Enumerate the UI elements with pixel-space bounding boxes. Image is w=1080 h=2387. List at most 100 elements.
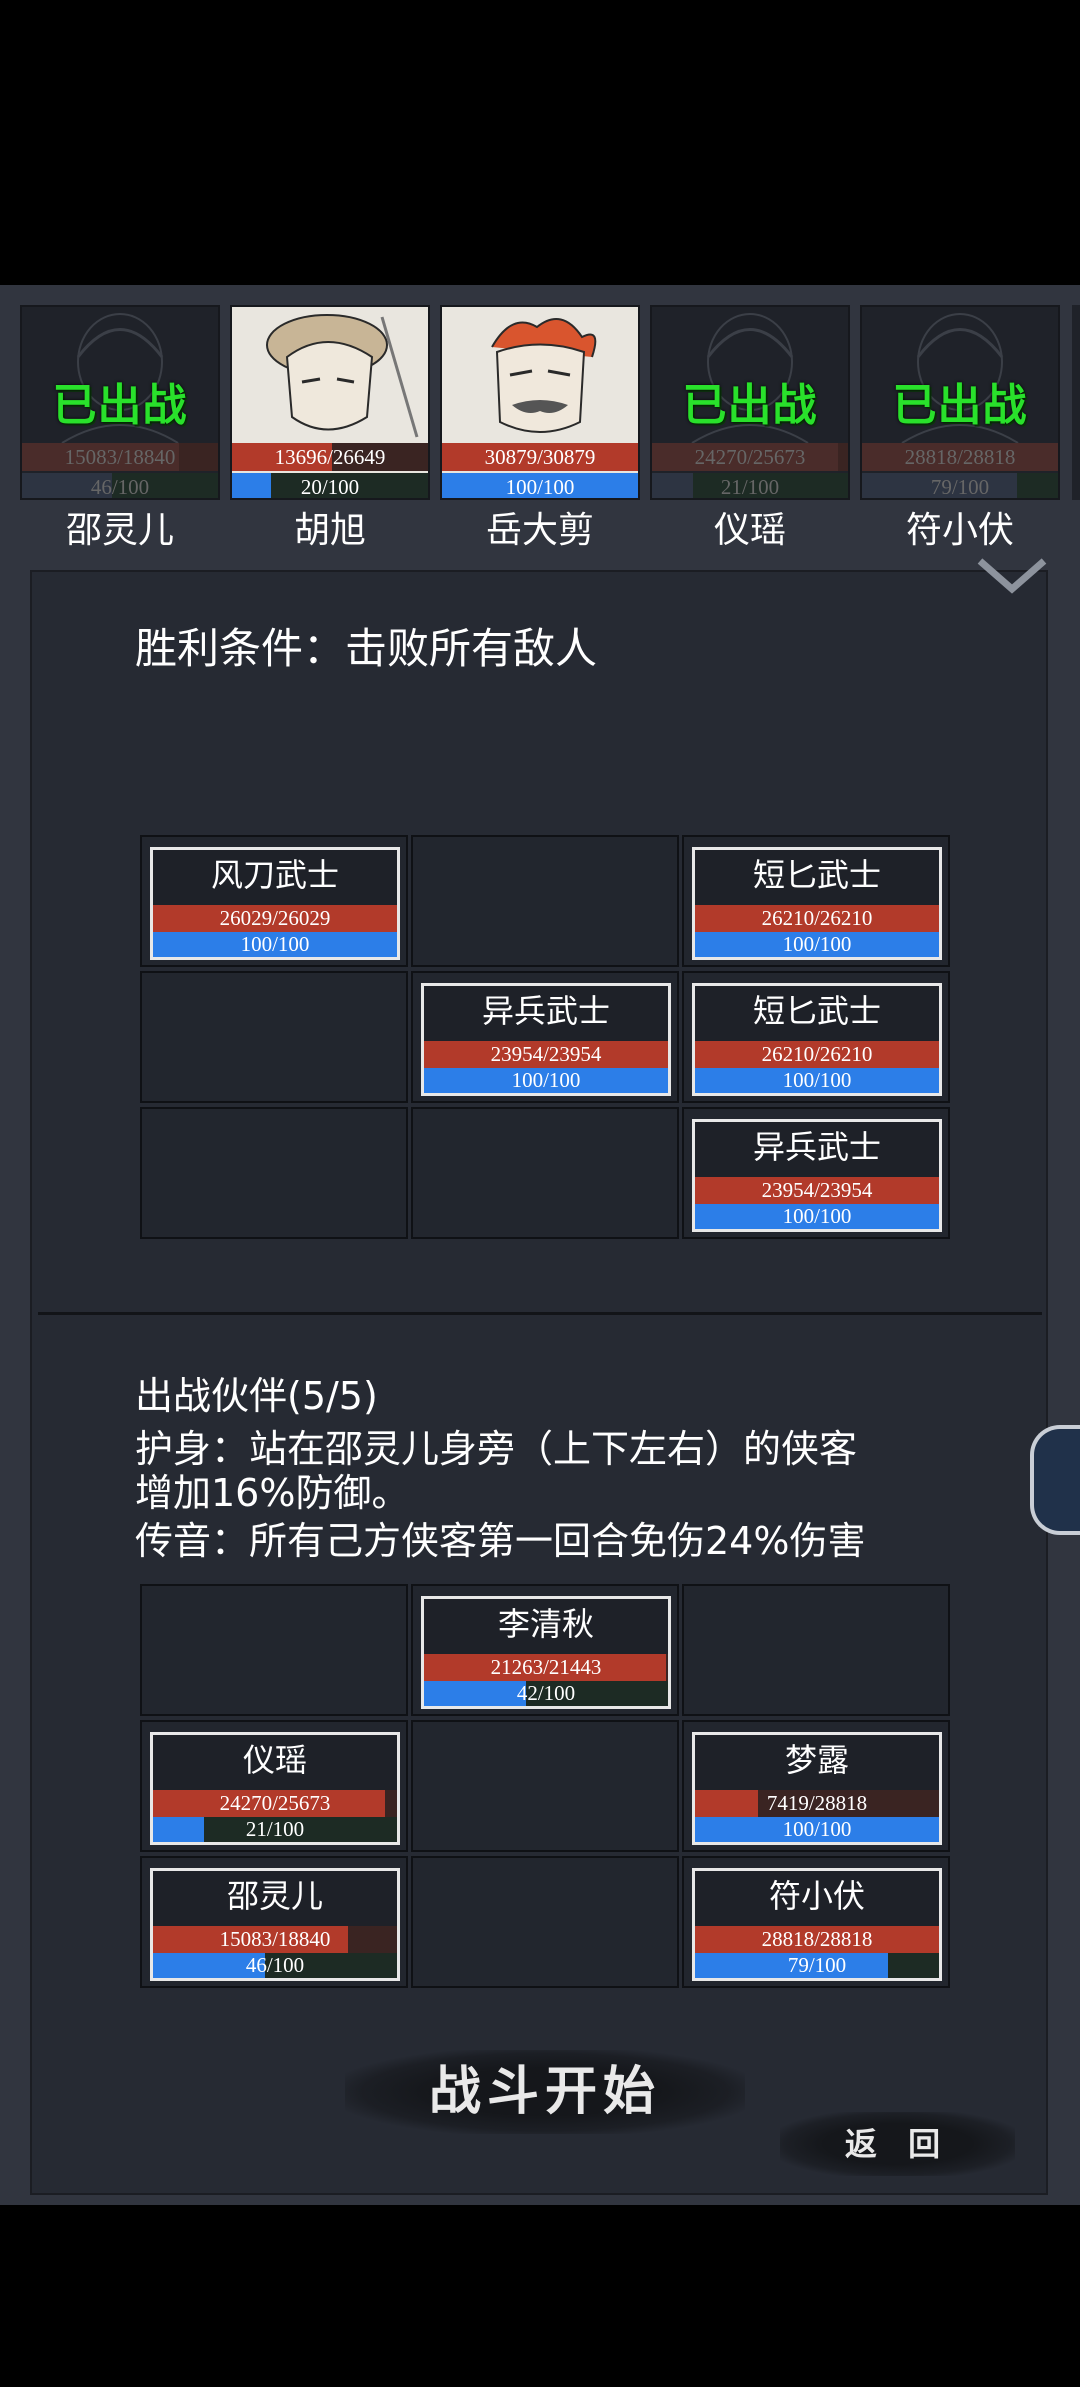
hp-text: 30879/30879	[484, 445, 596, 469]
mp-text: 100/100	[782, 1204, 852, 1228]
formation-cell[interactable]: 仪瑶 24270/25673 21/100	[140, 1720, 408, 1852]
mp-text: 100/100	[782, 1068, 852, 1092]
enemy-unit-card[interactable]: 风刀武士 26029/26029 100/100	[150, 847, 400, 960]
formation-cell[interactable]	[140, 971, 408, 1103]
portrait-sketch	[491, 318, 597, 433]
ally-unit-card[interactable]: 邵灵儿 15083/18840 46/100	[150, 1868, 400, 1981]
hp-text: 15083/18840	[64, 445, 176, 469]
unit-name: 仪瑶	[242, 1741, 307, 1779]
formation-cell[interactable]: 邵灵儿 15083/18840 46/100	[140, 1856, 408, 1988]
mp-bar: 46/100	[153, 1953, 397, 1978]
hp-text: 23954/23954	[490, 1042, 602, 1066]
hero-card[interactable]: 13696/26649 20/100 胡旭	[230, 305, 430, 551]
section-divider	[38, 1312, 1042, 1315]
hp-text: 21263/21443	[490, 1655, 602, 1679]
unit-name: 梦露	[784, 1741, 849, 1779]
hp-bar: 26210/26210	[695, 1041, 939, 1068]
hp-text: 24270/25673	[219, 1791, 331, 1815]
mp-text: 100/100	[240, 932, 310, 956]
mp-bar: 20/100	[232, 473, 428, 498]
formation-cell[interactable]: 梦露 7419/28818 100/100	[682, 1720, 950, 1852]
mp-bar: 46/100	[22, 473, 218, 498]
hp-text: 24270/25673	[694, 445, 806, 469]
formation-cell[interactable]: 异兵武士 23954/23954 100/100	[411, 971, 679, 1103]
hero-card[interactable]: 已出战 24270/25673 21/100 仪瑶	[650, 305, 850, 551]
enemy-formation-grid: 风刀武士 26029/26029 100/100 短匕武士 26210/26210 100…	[140, 835, 950, 1243]
deployed-badge: 已出战	[892, 380, 1028, 431]
mp-bar: 100/100	[153, 932, 397, 957]
formation-cell[interactable]: 异兵武士 23954/23954 100/100	[682, 1107, 950, 1239]
ally-unit-card[interactable]: 李清秋 21263/21443 42/100	[421, 1596, 671, 1709]
formation-cell[interactable]	[682, 1584, 950, 1716]
ally-unit-card[interactable]: 符小伏 28818/28818 79/100	[692, 1868, 942, 1981]
hero-card[interactable]: 已出战 28818/28818 79/100 符小伏	[860, 305, 1060, 551]
hero-name: 符小伏	[905, 510, 1014, 551]
back-button[interactable]: 返 回	[780, 2112, 1015, 2176]
enemy-unit-card[interactable]: 异兵武士 23954/23954 100/100	[421, 983, 671, 1096]
skill-line-1: 护身：站在邵灵儿身旁（上下左右）的侠客	[135, 1427, 858, 1471]
hero-portrait[interactable]: 13696/26649 20/100	[230, 305, 430, 500]
mp-text: 100/100	[782, 932, 852, 956]
formation-cell[interactable]: 短匕武士 26210/26210 100/100	[682, 971, 950, 1103]
unit-name: 短匕武士	[752, 856, 881, 894]
enemy-unit-card[interactable]: 短匕武士 26210/26210 100/100	[692, 847, 942, 960]
mp-text: 46/100	[245, 1953, 305, 1977]
hp-text: 15083/18840	[219, 1927, 331, 1951]
formation-cell[interactable]: 李清秋 21263/21443 42/100	[411, 1584, 679, 1716]
start-battle-button[interactable]: 战斗开始	[345, 2050, 745, 2134]
mp-text: 79/100	[787, 1953, 847, 1977]
hero-name: 胡旭	[293, 510, 366, 551]
hp-bar: 13696/26649	[232, 443, 428, 471]
mp-bar: 100/100	[442, 473, 638, 498]
hero-portrait[interactable]: 已出战 28818/28818 79/100	[860, 305, 1060, 500]
formation-cell[interactable]: 风刀武士 26029/26029 100/100	[140, 835, 408, 967]
formation-cell[interactable]	[411, 1720, 679, 1852]
mp-bar: 21/100	[153, 1817, 397, 1842]
deployed-badge: 已出战	[682, 380, 818, 431]
unit-name: 李清秋	[497, 1605, 594, 1643]
mp-bar: 42/100	[424, 1681, 668, 1706]
hp-bar: 26210/26210	[695, 905, 939, 932]
hp-text: 28818/28818	[904, 445, 1016, 469]
victory-condition: 胜利条件：击败所有敌人	[135, 624, 598, 673]
formation-cell[interactable]	[411, 1856, 679, 1988]
unit-name: 符小伏	[768, 1877, 865, 1915]
hero-card[interactable]: 30879/30879 100/100 岳大剪	[440, 305, 640, 551]
hero-roster: 已出战 15083/18840 46/100 邵灵儿 13696/26649 20/100…	[20, 305, 1080, 551]
side-menu-tab[interactable]	[1030, 1425, 1080, 1535]
mp-bar: 100/100	[424, 1068, 668, 1093]
ally-formation-grid: 李清秋 21263/21443 42/100 仪瑶 24270/25673 21/100 梦…	[140, 1584, 950, 1992]
formation-cell[interactable]: 符小伏 28818/28818 79/100	[682, 1856, 950, 1988]
unit-name: 风刀武士	[210, 856, 339, 894]
portrait-sketch	[266, 314, 419, 438]
hp-bar: 28818/28818	[862, 443, 1058, 471]
formation-cell[interactable]	[411, 1107, 679, 1239]
ally-unit-card[interactable]: 仪瑶 24270/25673 21/100	[150, 1732, 400, 1845]
hp-bar: 30879/30879	[442, 443, 638, 471]
formation-cell[interactable]: 短匕武士 26210/26210 100/100	[682, 835, 950, 967]
mp-bar: 79/100	[862, 473, 1058, 498]
mp-bar: 100/100	[695, 1817, 939, 1842]
hero-portrait[interactable]: 已出战 24270/25673 21/100	[650, 305, 850, 500]
enemy-unit-card[interactable]: 异兵武士 23954/23954 100/100	[692, 1119, 942, 1232]
ally-unit-card[interactable]: 梦露 7419/28818 100/100	[692, 1732, 942, 1845]
skill-line-2: 增加16%防御。	[135, 1471, 410, 1515]
formation-cell[interactable]	[411, 835, 679, 967]
mp-bar: 79/100	[695, 1953, 939, 1978]
formation-cell[interactable]	[140, 1107, 408, 1239]
hero-card[interactable]: 已出战 15083/18840 46/100 邵灵儿	[20, 305, 220, 551]
partners-title: 出战伙伴(5/5)	[135, 1374, 378, 1418]
roster-scroll-edge[interactable]	[1072, 305, 1080, 500]
hp-text: 26029/26029	[219, 906, 331, 930]
collapse-chevron-icon[interactable]	[976, 555, 1048, 595]
hp-bar: 15083/18840	[153, 1926, 397, 1953]
hp-bar: 26029/26029	[153, 905, 397, 932]
mp-bar: 100/100	[695, 1068, 939, 1093]
navigation-bar-area	[0, 2205, 1080, 2387]
hero-portrait[interactable]: 30879/30879 100/100	[440, 305, 640, 500]
hp-text: 13696/26649	[274, 445, 386, 469]
enemy-unit-card[interactable]: 短匕武士 26210/26210 100/100	[692, 983, 942, 1096]
hp-bar: 21263/21443	[424, 1654, 668, 1681]
hero-portrait[interactable]: 已出战 15083/18840 46/100	[20, 305, 220, 500]
formation-cell[interactable]	[140, 1584, 408, 1716]
